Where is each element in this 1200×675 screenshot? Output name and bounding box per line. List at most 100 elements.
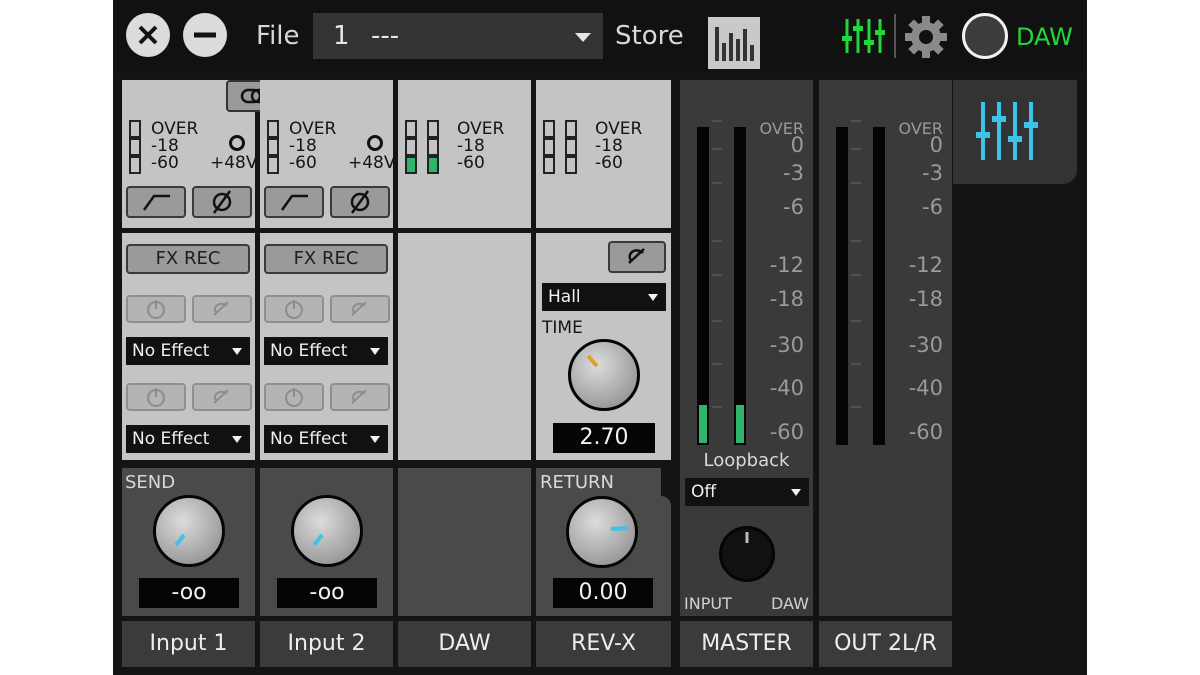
chevron-down-icon: [648, 294, 658, 301]
scale-tick: [712, 148, 722, 150]
mixer-tab[interactable]: [953, 80, 1077, 184]
daw-send-empty: [398, 468, 531, 616]
high-pass-filter-icon: [280, 194, 308, 211]
power-icon: [147, 388, 165, 407]
knob-indicator: [174, 533, 186, 547]
fx1-effect-value: No Effect: [132, 341, 210, 361]
fx2-effect-select[interactable]: No Effect: [126, 425, 250, 453]
scale-tick: [851, 320, 861, 322]
scale-label: -3: [783, 161, 804, 185]
store-button[interactable]: Store: [615, 21, 684, 51]
settings-button[interactable]: [903, 14, 949, 60]
scale-tick: [712, 363, 722, 365]
fx2-power-button[interactable]: [264, 383, 324, 411]
fx-rec-button[interactable]: FX REC: [264, 244, 388, 274]
phantom-indicator[interactable]: [229, 135, 245, 151]
channel-label-input1[interactable]: Input 1: [122, 621, 255, 667]
input2-send: -oo: [260, 468, 393, 616]
m60-label: -60: [595, 153, 623, 173]
meter-segment: [543, 156, 555, 174]
revx-edit-button[interactable]: [608, 241, 666, 273]
return-value[interactable]: 0.00: [553, 578, 653, 608]
send-knob[interactable]: [153, 495, 225, 567]
meter-view-button[interactable]: [708, 17, 760, 69]
phase-invert-icon: [212, 190, 232, 214]
send-value[interactable]: -oo: [277, 578, 377, 608]
channel-label-input2[interactable]: Input 2: [260, 621, 393, 667]
meter-segment: [543, 138, 555, 156]
revx-params: Hall TIME 2.70: [536, 233, 671, 460]
fx-rec-button[interactable]: FX REC: [126, 244, 250, 274]
scale-label: -30: [908, 333, 943, 357]
file-select[interactable]: 1 ---: [313, 13, 603, 59]
out-strip: OVER 0 -3 -6 -12 -18 -30 -40 -60: [819, 80, 952, 616]
scale-label: -40: [769, 376, 804, 400]
chevron-down-icon: [370, 348, 380, 355]
mix-knob[interactable]: [719, 526, 775, 582]
channel-label-master[interactable]: MASTER: [680, 621, 813, 667]
meter-segment: [565, 156, 577, 174]
scale-tick: [851, 274, 861, 276]
power-icon: [285, 388, 303, 407]
fx1-edit-button[interactable]: [330, 295, 390, 323]
loopback-label: Loopback: [703, 450, 790, 471]
loopback-select[interactable]: Off: [685, 478, 809, 506]
out-left-meter: [835, 126, 849, 446]
channel-label-revx[interactable]: REV-X: [536, 621, 671, 667]
meter-segment: [565, 120, 577, 138]
return-knob[interactable]: [566, 496, 638, 568]
mixer-faders-icon: [976, 102, 1038, 160]
master-left-level: [699, 405, 707, 443]
fx1-power-button[interactable]: [126, 295, 186, 323]
file-name: ---: [371, 21, 400, 51]
chevron-down-icon: [370, 436, 380, 443]
chevron-down-icon: [232, 348, 242, 355]
high-pass-filter-icon: [142, 194, 170, 211]
scale-tick: [851, 182, 861, 184]
fx1-edit-button[interactable]: [192, 295, 252, 323]
revx-type-value: Hall: [548, 287, 581, 307]
hpf-button[interactable]: [264, 186, 324, 218]
close-button[interactable]: [126, 13, 170, 57]
fx2-power-button[interactable]: [126, 383, 186, 411]
daw-indicator[interactable]: [962, 13, 1008, 59]
out-ticks: [851, 120, 871, 446]
meter-segment: [129, 156, 141, 174]
input1-fx: FX REC No Effect No Effect: [122, 233, 255, 460]
scale-label: -18: [908, 287, 943, 311]
fx2-edit-button[interactable]: [192, 383, 252, 411]
scale-label: -12: [908, 253, 943, 277]
revx-type-select[interactable]: Hall: [542, 283, 666, 311]
time-knob[interactable]: [568, 339, 640, 411]
loopback-value: Off: [691, 482, 717, 502]
phantom-indicator[interactable]: [367, 135, 383, 151]
fx1-effect-select[interactable]: No Effect: [264, 337, 388, 365]
send-value[interactable]: -oo: [139, 578, 239, 608]
send-label: SEND: [125, 472, 176, 493]
mixer-button[interactable]: [841, 16, 885, 56]
phase-button[interactable]: [192, 186, 252, 218]
meter-bars-icon: [715, 27, 754, 61]
hpf-button[interactable]: [126, 186, 186, 218]
revx-return: RETURN 0.00: [536, 468, 661, 616]
scale-tick: [851, 363, 861, 365]
fx1-effect-select[interactable]: No Effect: [126, 337, 250, 365]
fx1-effect-value: No Effect: [270, 341, 348, 361]
divider: [894, 14, 896, 58]
edit-icon: [351, 301, 367, 316]
fx1-power-button[interactable]: [264, 295, 324, 323]
scale-label: -18: [769, 287, 804, 311]
time-value[interactable]: 2.70: [553, 423, 655, 453]
file-number: 1: [333, 21, 350, 51]
daw-label: DAW: [1016, 23, 1073, 51]
fx2-edit-button[interactable]: [330, 383, 390, 411]
edit-icon: [213, 301, 229, 316]
phase-button[interactable]: [330, 186, 390, 218]
edit-icon: [213, 389, 229, 404]
send-knob[interactable]: [291, 495, 363, 567]
channel-label-daw[interactable]: DAW: [398, 621, 531, 667]
channel-label-out[interactable]: OUT 2L/R: [819, 621, 952, 667]
scale-label: -3: [922, 161, 943, 185]
fx2-effect-select[interactable]: No Effect: [264, 425, 388, 453]
minimize-button[interactable]: [183, 13, 227, 57]
